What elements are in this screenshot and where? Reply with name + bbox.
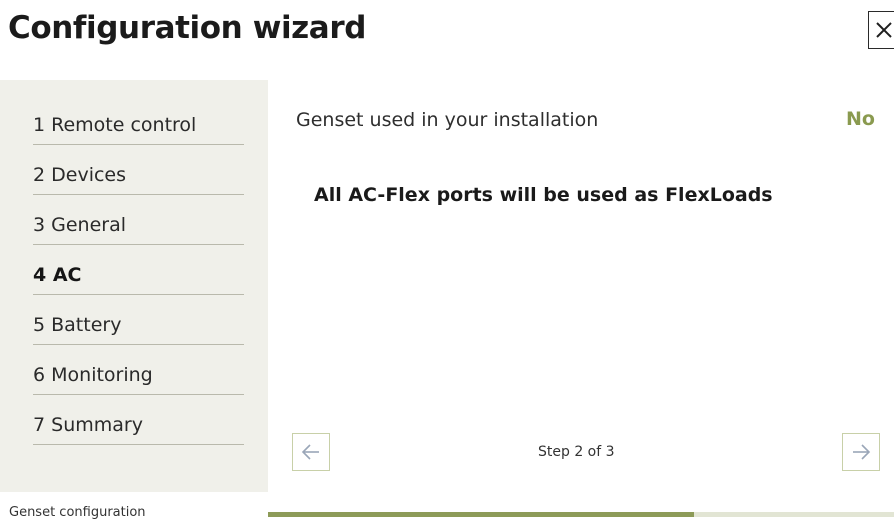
page-title: Configuration wizard xyxy=(8,10,367,46)
sidebar-item-monitoring[interactable]: 6 Monitoring xyxy=(33,345,244,395)
sidebar-item-summary[interactable]: 7 Summary xyxy=(33,395,244,445)
close-button[interactable] xyxy=(868,11,894,49)
sidebar-item-general[interactable]: 3 General xyxy=(33,195,244,245)
sidebar-item-remote-control[interactable]: 1 Remote control xyxy=(33,95,244,145)
previous-button[interactable] xyxy=(292,433,330,471)
arrow-left-icon xyxy=(301,444,319,460)
sidebar-item-ac[interactable]: 4 AC xyxy=(33,245,244,295)
wizard-page: Configuration wizard 1 Remote control 2 … xyxy=(0,0,894,521)
sidebar-item-devices[interactable]: 2 Devices xyxy=(33,145,244,195)
genset-value[interactable]: No xyxy=(846,108,875,130)
step-indicator: Step 2 of 3 xyxy=(538,444,615,460)
progress-bar xyxy=(268,512,894,517)
arrow-right-icon xyxy=(853,444,871,460)
close-icon xyxy=(876,22,892,38)
section-label: Genset configuration xyxy=(9,505,146,520)
sidebar: 1 Remote control 2 Devices 3 General 4 A… xyxy=(0,80,268,492)
main-panel: Genset used in your installation No All … xyxy=(268,80,894,492)
sidebar-item-battery[interactable]: 5 Battery xyxy=(33,295,244,345)
progress-fill xyxy=(268,512,694,517)
step-navigation: Step 2 of 3 xyxy=(268,433,894,488)
genset-label: Genset used in your installation xyxy=(296,109,599,131)
header: Configuration wizard xyxy=(0,0,894,80)
next-button[interactable] xyxy=(842,433,880,471)
info-message: All AC-Flex ports will be used as FlexLo… xyxy=(314,184,773,206)
